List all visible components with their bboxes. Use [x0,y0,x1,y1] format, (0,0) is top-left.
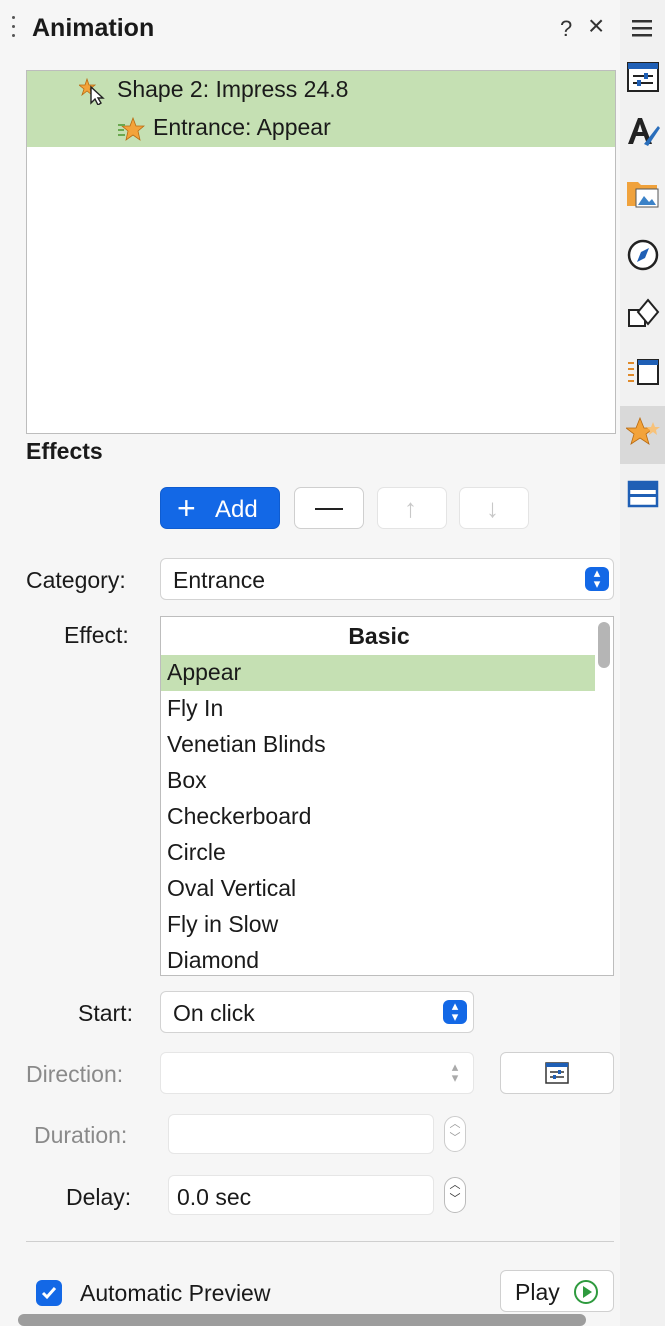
automatic-preview-checkbox[interactable] [36,1280,62,1306]
effect-item[interactable]: Fly in Slow [161,907,595,943]
styles-icon[interactable] [626,114,660,148]
animation-list-item-shape[interactable]: Shape 2: Impress 24.8 [27,71,615,109]
effects-heading: Effects [26,438,103,464]
close-button[interactable]: × [588,12,604,40]
panel-titlebar: Animation ? × [0,0,620,58]
play-icon [574,1280,598,1304]
effect-item[interactable]: Venetian Blinds [161,727,595,763]
select-spin-icon: ▴ ▾ [585,566,609,591]
effect-item[interactable]: Diamond [161,943,595,975]
effect-list-scrollbar[interactable] [598,622,610,668]
effect-item[interactable]: Box [161,763,595,799]
duration-field[interactable] [168,1114,434,1154]
delay-value: 0.0 sec [177,1184,252,1210]
remove-effect-button[interactable] [294,487,364,529]
effect-item[interactable]: Checkerboard [161,799,595,835]
animation-list[interactable]: Shape 2: Impress 24.8 Entrance: Appear [26,70,616,434]
animation-list-label: Entrance: Appear [153,114,331,140]
select-spin-icon: ▴ ▾ [443,1060,467,1085]
menu-icon[interactable] [630,16,656,40]
play-button[interactable]: Play [500,1270,614,1312]
shape-cursor-icon [79,77,105,105]
effect-item[interactable]: Appear [161,655,595,691]
animation-panel: Animation ? × Shape 2: Impress 24.8 Entr… [0,0,620,1326]
arrow-up-icon: ↑ [404,493,417,523]
animation-list-item-effect[interactable]: Entrance: Appear [27,109,615,147]
start-label: Start: [78,1000,133,1026]
navigator-icon[interactable] [626,238,660,272]
category-value: Entrance [173,567,266,593]
animation-list-label: Shape 2: Impress 24.8 [117,76,349,102]
effect-item[interactable]: Fly In [161,691,595,727]
minus-icon [315,508,343,510]
effect-options-button[interactable] [500,1052,614,1094]
start-select[interactable]: On click ▴ ▾ [160,991,474,1033]
entrance-star-icon [118,116,145,141]
delay-stepper[interactable]: ︿ ﹀ [444,1177,466,1213]
direction-select[interactable]: ▴ ▾ [160,1052,474,1094]
move-down-button[interactable]: ↓ [459,487,529,529]
animation-icon[interactable] [626,416,660,450]
plus-icon: + [177,490,196,526]
delay-label: Delay: [66,1184,132,1210]
options-icon [545,1062,569,1084]
divider [26,1241,614,1242]
properties-icon[interactable] [626,60,660,94]
master-slides-icon[interactable] [626,478,660,512]
move-up-button[interactable]: ↑ [377,487,447,529]
select-spin-icon: ▴ ▾ [443,999,467,1024]
gallery-icon[interactable] [626,176,660,210]
slide-transition-icon[interactable] [626,356,660,390]
add-effect-button[interactable]: + Add [160,487,280,529]
play-label: Play [515,1279,560,1305]
category-label: Category: [26,567,126,593]
direction-label: Direction: [26,1061,124,1087]
duration-label: Duration: [34,1122,128,1148]
panel-title: Animation [32,14,155,42]
duration-stepper[interactable]: ︿ ﹀ [444,1116,466,1152]
help-button[interactable]: ? [560,16,572,42]
effect-item[interactable]: Circle [161,835,595,871]
effect-list[interactable]: Basic Appear Fly In Venetian Blinds Box … [160,616,614,976]
automatic-preview-label: Automatic Preview [80,1280,271,1306]
effect-group-header: Basic [348,623,410,649]
effect-item[interactable]: Oval Vertical [161,871,595,907]
effect-label: Effect: [64,622,129,648]
add-effect-label: Add [215,496,258,523]
shapes-icon[interactable] [626,296,660,330]
horizontal-scrollbar[interactable] [18,1314,586,1326]
start-value: On click [173,1000,255,1026]
category-select[interactable]: Entrance ▴ ▾ [160,558,614,600]
delay-field[interactable]: 0.0 sec [168,1175,434,1215]
drag-grip-icon[interactable] [12,16,16,42]
checkmark-icon [41,1287,57,1300]
arrow-down-icon: ↓ [486,493,499,523]
